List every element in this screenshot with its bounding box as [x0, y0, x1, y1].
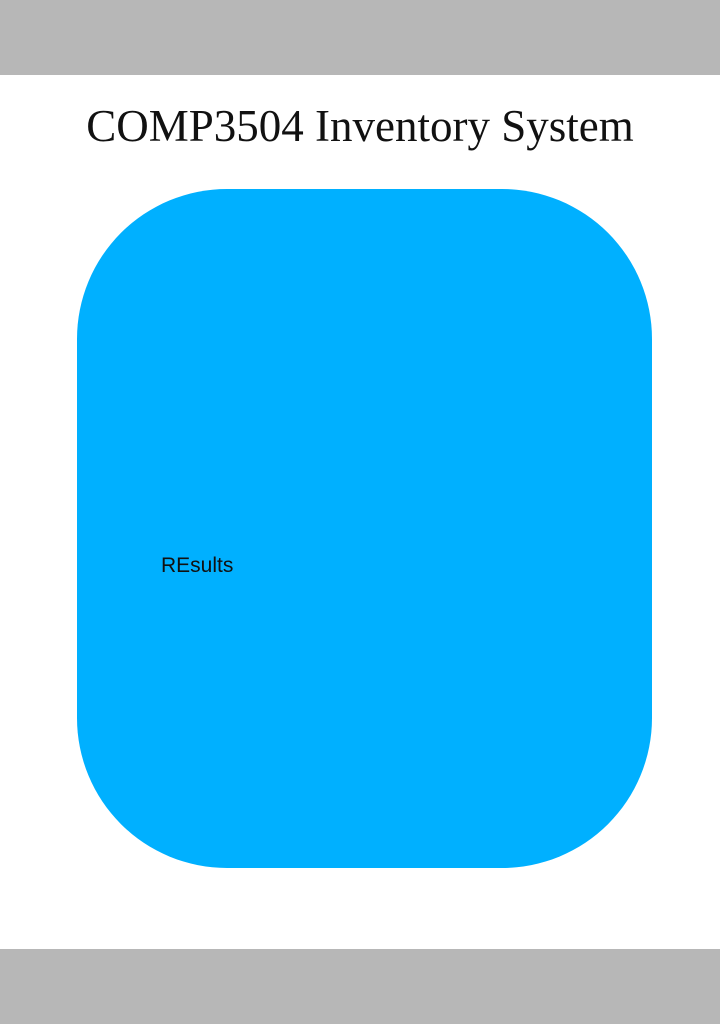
results-panel: REsults — [77, 189, 652, 868]
bottom-bar — [0, 949, 720, 1024]
page: COMP3504 Inventory System REsults — [0, 0, 720, 1024]
results-label: REsults — [161, 554, 234, 577]
page-title: COMP3504 Inventory System — [86, 101, 634, 151]
top-bar — [0, 0, 720, 75]
